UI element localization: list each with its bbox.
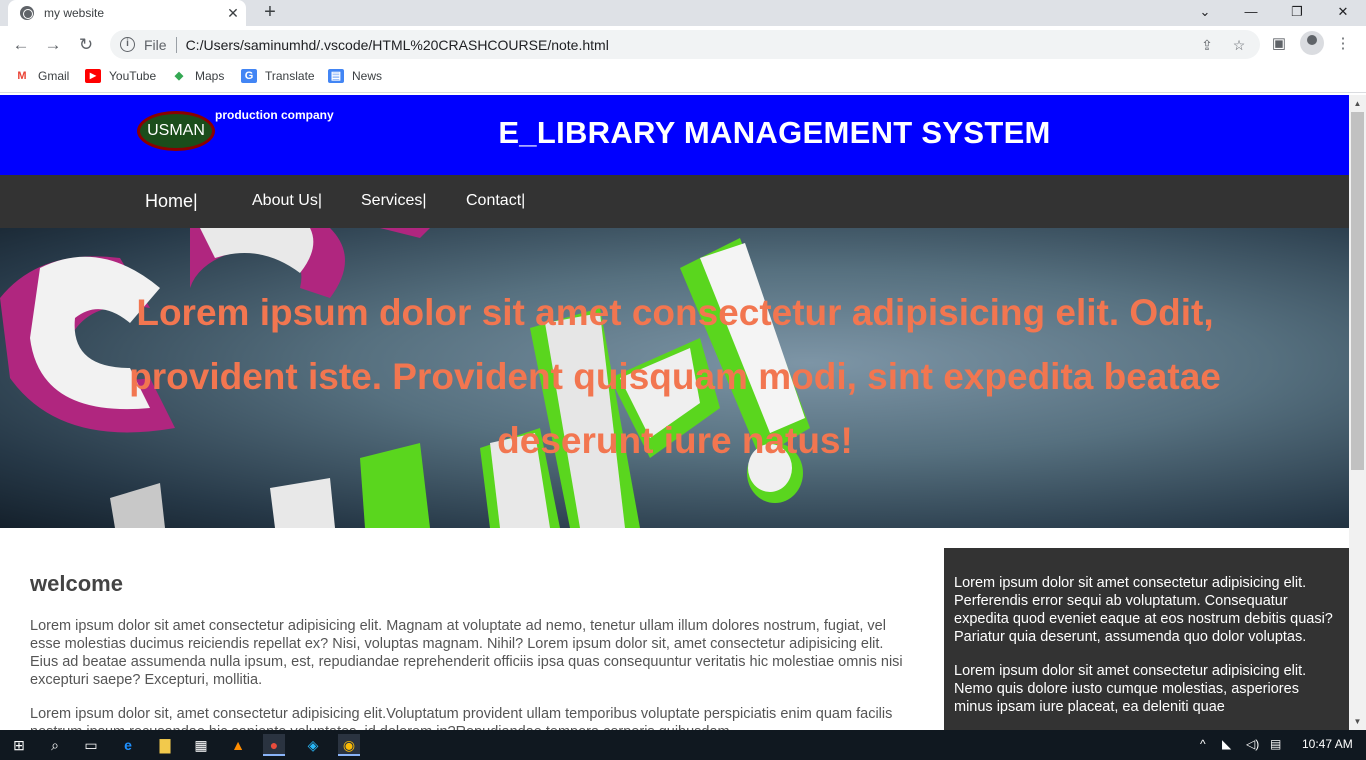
- browser-toolbar: ← → ↻ i File C:/Users/saminumhd/.vscode/…: [0, 26, 1366, 63]
- globe-icon: [20, 6, 34, 20]
- page-viewport: USMAN production company E_LIBRARY MANAG…: [0, 95, 1349, 730]
- maps-icon: ◆: [174, 70, 184, 82]
- sidebar: Lorem ipsum dolor sit amet consectetur a…: [944, 548, 1349, 730]
- bookmarks-bar: M Gmail ▶ YouTube ◆ Maps G Translate ▤ N…: [0, 63, 1366, 93]
- bookmark-gmail[interactable]: M Gmail: [14, 69, 69, 83]
- bookmark-label: Maps: [195, 69, 225, 83]
- tab-title: my website: [44, 6, 105, 20]
- site-info-icon[interactable]: i: [120, 37, 135, 52]
- bookmark-translate[interactable]: G Translate: [241, 69, 315, 83]
- page-scrollbar[interactable]: ▲ ▼: [1349, 95, 1366, 730]
- bookmark-star-icon[interactable]: ☆: [1230, 36, 1248, 54]
- show-hidden-icons-icon[interactable]: ^: [1200, 737, 1206, 751]
- search-icon[interactable]: ⌕: [44, 734, 66, 756]
- scroll-thumb[interactable]: [1351, 112, 1364, 470]
- new-tab-button[interactable]: +: [258, 0, 282, 26]
- tab-strip: my website ✕ + ⌄ — ❐ ✕: [0, 0, 1366, 26]
- clock-time[interactable]: 10:47 AM: [1302, 737, 1353, 751]
- main-paragraph: Lorem ipsum dolor sit amet consectetur a…: [30, 618, 903, 688]
- bookmark-label: Translate: [265, 69, 315, 83]
- content-section: welcome Lorem ipsum dolor sit amet conse…: [0, 548, 1349, 730]
- hero-banner: Lorem ipsum dolor sit amet consectetur a…: [0, 228, 1349, 528]
- news-icon: ▤: [328, 69, 344, 83]
- sidebar-paragraph: Lorem ipsum dolor sit amet consectetur a…: [954, 575, 1333, 645]
- hero-headline: Lorem ipsum dolor sit amet consectetur a…: [129, 292, 1221, 461]
- vscode-icon[interactable]: ◈: [302, 734, 324, 756]
- url-text[interactable]: C:/Users/saminumhd/.vscode/HTML%20CRASHC…: [186, 37, 609, 53]
- bookmark-maps[interactable]: ◆ Maps: [171, 69, 225, 83]
- app-icon[interactable]: ●: [263, 734, 285, 756]
- volume-icon[interactable]: ◁): [1246, 737, 1259, 751]
- bookmark-youtube[interactable]: ▶ YouTube: [85, 69, 156, 83]
- reload-icon[interactable]: ↻: [73, 32, 99, 58]
- profile-avatar-icon[interactable]: [1300, 31, 1324, 55]
- network-icon[interactable]: ◣: [1222, 737, 1231, 751]
- share-icon[interactable]: ⇪: [1198, 36, 1216, 54]
- browser-tab[interactable]: my website ✕: [8, 0, 246, 26]
- task-view-icon[interactable]: ▭: [80, 734, 102, 756]
- windows-taskbar: ⊞ ⌕ ▭ e ▇ ▦ ▲ ● ◈ ◉ ^ ◣ ◁) ▤ 10:47 AM: [0, 730, 1366, 760]
- site-title: E_LIBRARY MANAGEMENT SYSTEM: [498, 115, 1051, 150]
- main-column: welcome Lorem ipsum dolor sit amet conse…: [30, 548, 910, 730]
- windows-start-icon[interactable]: ⊞: [8, 734, 30, 756]
- nav-contact[interactable]: Contact|: [466, 192, 525, 210]
- side-panel-icon[interactable]: ▣: [1268, 33, 1290, 55]
- bookmark-news[interactable]: ▤ News: [328, 69, 382, 83]
- back-icon[interactable]: ←: [8, 32, 34, 58]
- notification-icon[interactable]: ▤: [1270, 737, 1281, 751]
- nav-home[interactable]: Home|: [145, 191, 198, 212]
- forward-icon[interactable]: →: [40, 32, 66, 58]
- tab-search-icon[interactable]: ⌄: [1182, 0, 1228, 26]
- nav-services[interactable]: Services|: [361, 192, 427, 210]
- bookmark-label: YouTube: [109, 69, 157, 83]
- site-nav: Home| About Us| Services| Contact|: [0, 175, 1349, 228]
- menu-kebab-icon[interactable]: ⋮: [1332, 33, 1354, 55]
- main-paragraph: Lorem ipsum dolor sit, amet consectetur …: [30, 706, 893, 730]
- welcome-heading: welcome: [30, 571, 123, 596]
- close-window-button[interactable]: ✕: [1320, 0, 1366, 26]
- file-explorer-icon[interactable]: ▇: [154, 734, 176, 756]
- youtube-icon: ▶: [85, 69, 101, 83]
- address-bar[interactable]: i File C:/Users/saminumhd/.vscode/HTML%2…: [110, 30, 1260, 59]
- scroll-down-arrow-icon[interactable]: ▼: [1349, 713, 1366, 730]
- site-header: USMAN production company E_LIBRARY MANAG…: [0, 95, 1349, 175]
- bookmark-label: Gmail: [38, 69, 70, 83]
- store-icon[interactable]: ▦: [190, 734, 212, 756]
- translate-icon: G: [241, 69, 257, 83]
- bookmark-label: News: [352, 69, 383, 83]
- scroll-up-arrow-icon[interactable]: ▲: [1349, 95, 1366, 112]
- nav-about-us[interactable]: About Us|: [252, 192, 322, 210]
- sidebar-paragraph: Lorem ipsum dolor sit amet consectetur a…: [954, 663, 1307, 715]
- gmail-icon: M: [17, 70, 27, 82]
- vlc-icon[interactable]: ▲: [227, 734, 249, 756]
- restore-button[interactable]: ❐: [1274, 0, 1320, 26]
- edge-icon[interactable]: e: [117, 734, 139, 756]
- chrome-icon[interactable]: ◉: [338, 734, 360, 756]
- omnibox-divider: [175, 36, 177, 53]
- close-tab-icon[interactable]: ✕: [220, 5, 246, 22]
- url-scheme-label: File: [144, 36, 167, 53]
- minimize-button[interactable]: —: [1228, 0, 1274, 26]
